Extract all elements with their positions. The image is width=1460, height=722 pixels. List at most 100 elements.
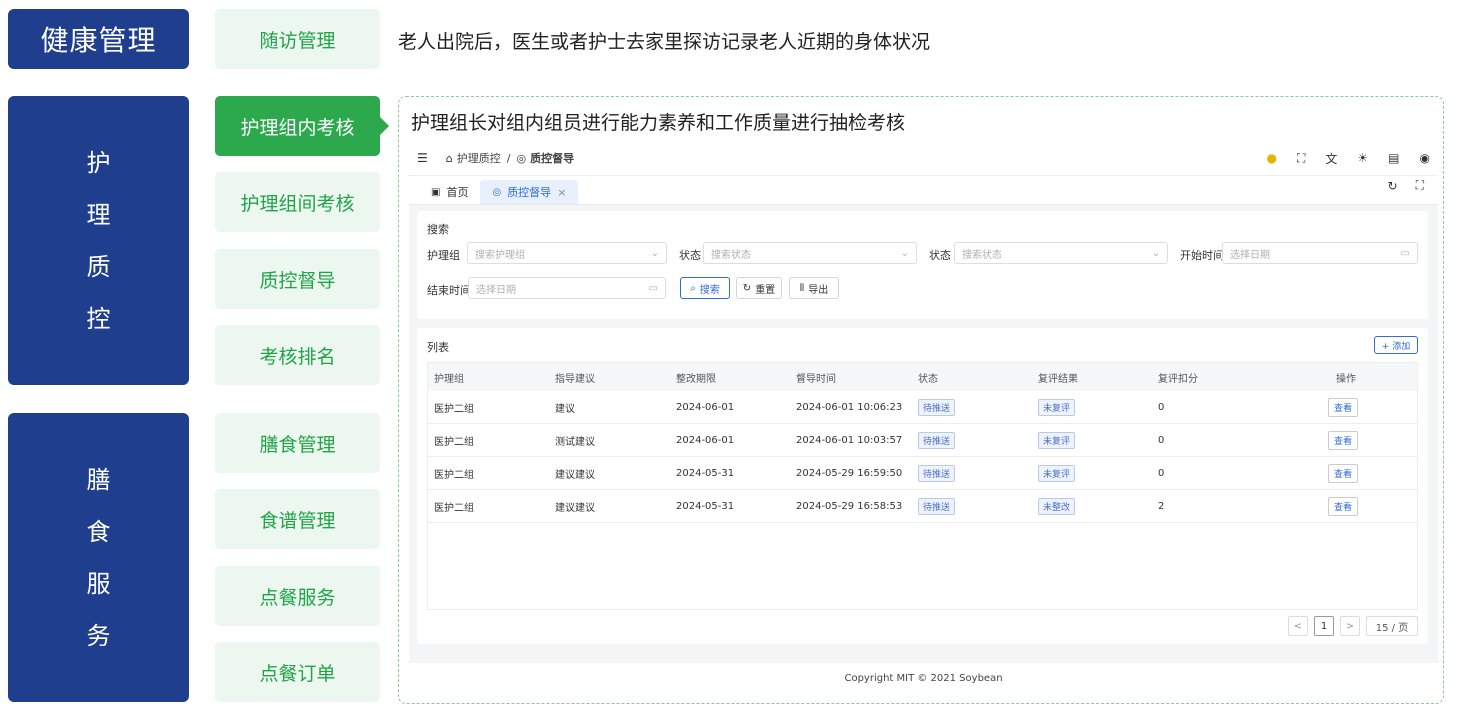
result-badge: 未复评 xyxy=(1038,464,1076,482)
search-button[interactable]: ⌕ 搜索 xyxy=(680,277,730,299)
col-group: 护理组 xyxy=(434,373,464,385)
sub-group-internal[interactable]: 护理组内考核 xyxy=(215,96,389,156)
prev-page-button[interactable]: < xyxy=(1288,616,1308,636)
cell-score: 2 xyxy=(1158,500,1165,512)
breadcrumb-separator: / xyxy=(506,151,511,165)
col-action: 操作 xyxy=(1336,373,1356,385)
cell-advice: 建议建议 xyxy=(555,469,595,481)
cell-deadline: 2024-05-31 xyxy=(676,467,735,479)
view-button[interactable]: 查看 xyxy=(1328,397,1359,417)
user-avatar-icon[interactable]: ◉ xyxy=(1420,151,1430,165)
end-date-picker[interactable]: 选择日期 ▭ xyxy=(468,277,666,299)
data-table: 护理组 指导建议 整改期限 督导时间 状态 复评结果 复评扣分 操作 医护二组 … xyxy=(427,362,1418,610)
sub-followup[interactable]: 随访管理 xyxy=(215,9,380,69)
theme-config-icon[interactable]: ▤ xyxy=(1388,151,1399,165)
status-label-2: 状态 xyxy=(929,249,951,262)
home-icon: ▣ xyxy=(431,186,441,198)
page-size-select[interactable]: 15 / 页 xyxy=(1366,616,1418,636)
category-health-management[interactable]: 健康管理 xyxy=(8,9,189,69)
menu-fold-icon[interactable]: ☰ xyxy=(417,151,428,165)
cell-deadline: 2024-05-31 xyxy=(676,500,735,512)
status-badge: 待推送 xyxy=(918,431,956,449)
tab-qc[interactable]: ◎ 质控督导 × xyxy=(480,180,579,204)
meal-char-4: 务 xyxy=(86,621,111,650)
view-button[interactable]: 查看 xyxy=(1328,496,1359,516)
start-placeholder: 选择日期 xyxy=(1230,249,1270,261)
tab-bar: ▣ 首页 ◎ 质控督导 × ↻ ⛶ xyxy=(409,175,1438,205)
status-select-2[interactable]: 搜索状态 ⌄ xyxy=(954,242,1168,264)
chevron-down-icon: ⌄ xyxy=(900,247,909,259)
breadcrumb-qc-icon: ◎ xyxy=(516,151,527,165)
export-button[interactable]: ⦀ 导出 xyxy=(789,277,839,299)
tab-home[interactable]: ▣ 首页 xyxy=(419,180,480,204)
result-badge: 未整改 xyxy=(1038,497,1076,515)
group-placeholder: 搜索护理组 xyxy=(475,249,525,261)
refresh-icon[interactable]: ↻ xyxy=(1388,178,1398,193)
nursing-char-3: 质 xyxy=(86,252,111,281)
table-row: 医护二组 测试建议 2024-06-01 2024-06-01 10:03:57… xyxy=(428,424,1417,457)
meal-char-2: 食 xyxy=(86,517,111,546)
table-row: 医护二组 建议建议 2024-05-31 2024-05-29 16:59:50… xyxy=(428,457,1417,490)
cell-deadline: 2024-06-01 xyxy=(676,434,735,446)
export-icon: ⦀ xyxy=(799,282,805,294)
view-button[interactable]: 查看 xyxy=(1328,430,1359,450)
meal-char-3: 服 xyxy=(86,569,111,598)
export-button-label: 导出 xyxy=(808,284,829,296)
qc-tab-icon: ◎ xyxy=(492,186,502,198)
search-title: 搜索 xyxy=(427,223,449,236)
sub-recipe-management[interactable]: 食谱管理 xyxy=(215,489,380,549)
sub-group-internal-label: 护理组内考核 xyxy=(240,116,355,139)
cell-time: 2024-06-01 10:06:23 xyxy=(796,401,903,413)
meal-char-1: 膳 xyxy=(86,465,111,494)
tab-close-icon[interactable]: × xyxy=(557,186,566,199)
nursing-char-4: 控 xyxy=(86,304,111,333)
reset-button[interactable]: ↻ 重置 xyxy=(736,277,782,299)
app-header: ☰ ⌂ 护理质控 / ◎ 质控督导 ● ⛶ 文 ☀ ▤ ◉ xyxy=(409,141,1438,175)
reset-icon: ↻ xyxy=(742,282,752,294)
status-select-1[interactable]: 搜索状态 ⌄ xyxy=(703,242,917,264)
col-time: 督导时间 xyxy=(796,373,836,385)
footer: Copyright MIT © 2021 Soybean xyxy=(409,663,1438,693)
app-screenshot: ☰ ⌂ 护理质控 / ◎ 质控督导 ● ⛶ 文 ☀ ▤ ◉ ▣ 首页 ◎ 质控督… xyxy=(409,141,1438,693)
cell-advice: 测试建议 xyxy=(555,436,595,448)
tab-qc-label: 质控督导 xyxy=(507,186,552,199)
col-result: 复评结果 xyxy=(1038,373,1078,385)
sub-qc[interactable]: 质控督导 xyxy=(215,249,380,309)
nursing-char-2: 理 xyxy=(86,200,111,229)
search-card: 搜索 护理组 搜索护理组 ⌄ 状态 搜索状态 ⌄ 状态 搜索状态 ⌄ 开始时间 选择日… xyxy=(417,211,1428,319)
breadcrumb-level2[interactable]: 质控督导 xyxy=(530,150,574,166)
sub-group-between[interactable]: 护理组间考核 xyxy=(215,172,380,232)
list-title: 列表 xyxy=(427,341,449,354)
cell-advice: 建议建议 xyxy=(555,502,595,514)
fullscreen-icon[interactable]: ⛶ xyxy=(1297,151,1305,166)
translate-icon[interactable]: 文 xyxy=(1325,150,1337,167)
breadcrumb-level1[interactable]: 护理质控 xyxy=(457,150,501,166)
page-1-button[interactable]: 1 xyxy=(1314,616,1334,636)
theme-sun-icon[interactable]: ☀ xyxy=(1357,151,1368,165)
sub-ranking[interactable]: 考核排名 xyxy=(215,325,380,385)
chevron-down-icon: ⌄ xyxy=(1151,247,1160,259)
group-label: 护理组 xyxy=(427,249,460,262)
calendar-icon: ▭ xyxy=(648,282,658,294)
col-status: 状态 xyxy=(918,373,938,385)
sub-meal-management[interactable]: 膳食管理 xyxy=(215,413,380,473)
mascot-icon[interactable]: ● xyxy=(1267,151,1277,165)
status-placeholder-1: 搜索状态 xyxy=(711,249,751,261)
add-button[interactable]: + 添加 xyxy=(1374,336,1418,354)
category-meal-service[interactable]: 膳 食 服 务 xyxy=(8,413,189,702)
view-button[interactable]: 查看 xyxy=(1328,463,1359,483)
table-row: 医护二组 建议 2024-06-01 2024-06-01 10:06:23 待… xyxy=(428,391,1417,424)
sub-order-list[interactable]: 点餐订单 xyxy=(215,642,380,702)
cell-group: 医护二组 xyxy=(434,403,474,415)
tab-fullscreen-icon[interactable]: ⛶ xyxy=(1416,178,1424,193)
start-time-label: 开始时间 xyxy=(1180,249,1224,262)
sub-order-service[interactable]: 点餐服务 xyxy=(215,566,380,626)
end-time-label: 结束时间 xyxy=(427,284,471,297)
next-page-button[interactable]: > xyxy=(1340,616,1360,636)
cell-deadline: 2024-06-01 xyxy=(676,401,735,413)
copyright-text: Copyright MIT © 2021 Soybean xyxy=(844,672,1003,684)
category-nursing-qc[interactable]: 护 理 质 控 xyxy=(8,96,189,385)
col-deadline: 整改期限 xyxy=(676,373,716,385)
start-date-picker[interactable]: 选择日期 ▭ xyxy=(1222,242,1418,264)
group-select[interactable]: 搜索护理组 ⌄ xyxy=(467,242,667,264)
